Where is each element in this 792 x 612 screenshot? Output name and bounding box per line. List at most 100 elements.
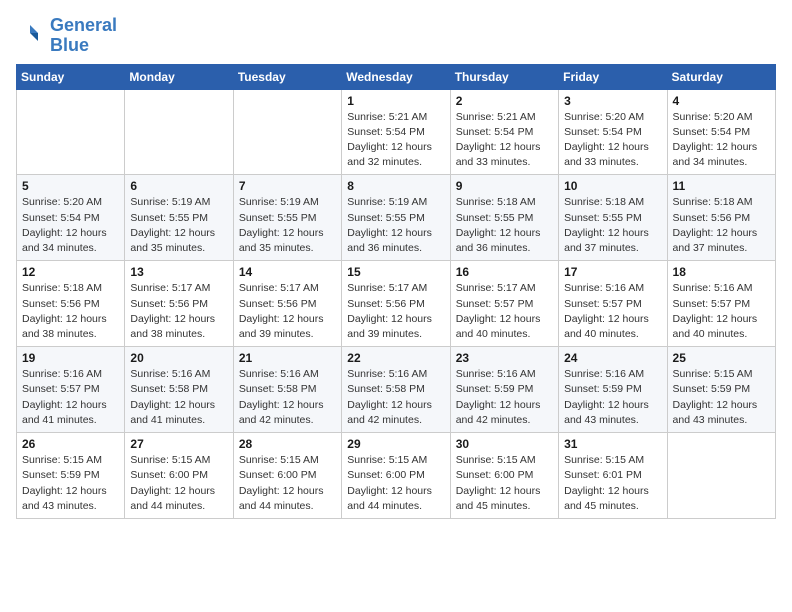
day-number: 6 [130, 179, 227, 193]
day-number: 21 [239, 351, 336, 365]
day-info: Sunrise: 5:17 AM Sunset: 5:56 PM Dayligh… [347, 281, 444, 342]
logo-icon [16, 21, 46, 51]
day-info: Sunrise: 5:17 AM Sunset: 5:56 PM Dayligh… [239, 281, 336, 342]
header-cell-wednesday: Wednesday [342, 64, 450, 89]
day-info: Sunrise: 5:15 AM Sunset: 6:00 PM Dayligh… [456, 453, 553, 514]
day-info: Sunrise: 5:16 AM Sunset: 5:58 PM Dayligh… [239, 367, 336, 428]
day-cell: 28 Sunrise: 5:15 AM Sunset: 6:00 PM Dayli… [233, 433, 341, 519]
day-info: Sunrise: 5:16 AM Sunset: 5:58 PM Dayligh… [347, 367, 444, 428]
day-info: Sunrise: 5:16 AM Sunset: 5:59 PM Dayligh… [456, 367, 553, 428]
day-info: Sunrise: 5:16 AM Sunset: 5:58 PM Dayligh… [130, 367, 227, 428]
day-number: 27 [130, 437, 227, 451]
day-cell [17, 89, 125, 175]
day-cell: 6 Sunrise: 5:19 AM Sunset: 5:55 PM Daylig… [125, 175, 233, 261]
day-number: 1 [347, 94, 444, 108]
day-number: 22 [347, 351, 444, 365]
calendar-table: SundayMondayTuesdayWednesdayThursdayFrid… [16, 64, 776, 519]
day-cell: 1 Sunrise: 5:21 AM Sunset: 5:54 PM Daylig… [342, 89, 450, 175]
day-info: Sunrise: 5:19 AM Sunset: 5:55 PM Dayligh… [130, 195, 227, 256]
day-info: Sunrise: 5:17 AM Sunset: 5:56 PM Dayligh… [130, 281, 227, 342]
day-cell: 24Sunrise: 5:16 AM Sunset: 5:59 PM Dayli… [559, 347, 667, 433]
day-info: Sunrise: 5:15 AM Sunset: 6:00 PM Dayligh… [130, 453, 227, 514]
day-number: 16 [456, 265, 553, 279]
day-cell: 15 Sunrise: 5:17 AM Sunset: 5:56 PM Dayli… [342, 261, 450, 347]
header-cell-saturday: Saturday [667, 64, 775, 89]
day-cell: 21 Sunrise: 5:16 AM Sunset: 5:58 PM Dayli… [233, 347, 341, 433]
day-number: 20 [130, 351, 227, 365]
day-info: Sunrise: 5:18 AM Sunset: 5:55 PM Dayligh… [456, 195, 553, 256]
day-cell: 29Sunrise: 5:15 AM Sunset: 6:00 PM Dayli… [342, 433, 450, 519]
day-cell: 23Sunrise: 5:16 AM Sunset: 5:59 PM Dayli… [450, 347, 558, 433]
day-info: Sunrise: 5:20 AM Sunset: 5:54 PM Dayligh… [564, 110, 661, 171]
header-cell-tuesday: Tuesday [233, 64, 341, 89]
day-cell: 26 Sunrise: 5:15 AM Sunset: 5:59 PM Dayli… [17, 433, 125, 519]
day-info: Sunrise: 5:18 AM Sunset: 5:55 PM Dayligh… [564, 195, 661, 256]
day-number: 17 [564, 265, 661, 279]
day-number: 12 [22, 265, 119, 279]
day-number: 26 [22, 437, 119, 451]
day-info: Sunrise: 5:21 AM Sunset: 5:54 PM Dayligh… [347, 110, 444, 171]
day-number: 31 [564, 437, 661, 451]
day-number: 11 [673, 179, 770, 193]
logo-text: General Blue [50, 16, 117, 56]
day-cell: 3 Sunrise: 5:20 AM Sunset: 5:54 PM Daylig… [559, 89, 667, 175]
day-number: 28 [239, 437, 336, 451]
header-cell-monday: Monday [125, 64, 233, 89]
week-row-3: 12 Sunrise: 5:18 AM Sunset: 5:56 PM Dayli… [17, 261, 776, 347]
day-number: 5 [22, 179, 119, 193]
day-number: 7 [239, 179, 336, 193]
day-cell: 11Sunrise: 5:18 AM Sunset: 5:56 PM Dayli… [667, 175, 775, 261]
day-cell: 4 Sunrise: 5:20 AM Sunset: 5:54 PM Daylig… [667, 89, 775, 175]
header-cell-sunday: Sunday [17, 64, 125, 89]
week-row-1: 1 Sunrise: 5:21 AM Sunset: 5:54 PM Daylig… [17, 89, 776, 175]
day-cell [125, 89, 233, 175]
calendar-header: SundayMondayTuesdayWednesdayThursdayFrid… [17, 64, 776, 89]
day-cell: 27 Sunrise: 5:15 AM Sunset: 6:00 PM Dayli… [125, 433, 233, 519]
day-info: Sunrise: 5:15 AM Sunset: 5:59 PM Dayligh… [22, 453, 119, 514]
calendar-body: 1 Sunrise: 5:21 AM Sunset: 5:54 PM Daylig… [17, 89, 776, 518]
day-number: 9 [456, 179, 553, 193]
day-number: 25 [673, 351, 770, 365]
week-row-4: 19Sunrise: 5:16 AM Sunset: 5:57 PM Dayli… [17, 347, 776, 433]
header-cell-thursday: Thursday [450, 64, 558, 89]
day-number: 14 [239, 265, 336, 279]
day-number: 18 [673, 265, 770, 279]
header-cell-friday: Friday [559, 64, 667, 89]
day-number: 13 [130, 265, 227, 279]
day-cell [667, 433, 775, 519]
day-cell: 16Sunrise: 5:17 AM Sunset: 5:57 PM Dayli… [450, 261, 558, 347]
day-info: Sunrise: 5:15 AM Sunset: 5:59 PM Dayligh… [673, 367, 770, 428]
day-info: Sunrise: 5:15 AM Sunset: 6:00 PM Dayligh… [239, 453, 336, 514]
page-header: General Blue [16, 16, 776, 56]
day-cell: 14 Sunrise: 5:17 AM Sunset: 5:56 PM Dayli… [233, 261, 341, 347]
logo: General Blue [16, 16, 117, 56]
day-cell: 2 Sunrise: 5:21 AM Sunset: 5:54 PM Daylig… [450, 89, 558, 175]
day-number: 29 [347, 437, 444, 451]
day-info: Sunrise: 5:16 AM Sunset: 5:57 PM Dayligh… [673, 281, 770, 342]
day-number: 4 [673, 94, 770, 108]
day-cell: 17 Sunrise: 5:16 AM Sunset: 5:57 PM Dayli… [559, 261, 667, 347]
day-cell: 22 Sunrise: 5:16 AM Sunset: 5:58 PM Dayli… [342, 347, 450, 433]
header-row: SundayMondayTuesdayWednesdayThursdayFrid… [17, 64, 776, 89]
day-number: 10 [564, 179, 661, 193]
day-cell: 20 Sunrise: 5:16 AM Sunset: 5:58 PM Dayli… [125, 347, 233, 433]
day-number: 19 [22, 351, 119, 365]
day-cell: 19Sunrise: 5:16 AM Sunset: 5:57 PM Dayli… [17, 347, 125, 433]
day-number: 3 [564, 94, 661, 108]
day-info: Sunrise: 5:18 AM Sunset: 5:56 PM Dayligh… [22, 281, 119, 342]
day-number: 2 [456, 94, 553, 108]
day-cell: 13 Sunrise: 5:17 AM Sunset: 5:56 PM Dayli… [125, 261, 233, 347]
day-cell: 31Sunrise: 5:15 AM Sunset: 6:01 PM Dayli… [559, 433, 667, 519]
day-number: 15 [347, 265, 444, 279]
day-number: 8 [347, 179, 444, 193]
day-info: Sunrise: 5:20 AM Sunset: 5:54 PM Dayligh… [673, 110, 770, 171]
day-info: Sunrise: 5:16 AM Sunset: 5:57 PM Dayligh… [564, 281, 661, 342]
day-number: 24 [564, 351, 661, 365]
day-cell: 7 Sunrise: 5:19 AM Sunset: 5:55 PM Daylig… [233, 175, 341, 261]
day-cell: 25 Sunrise: 5:15 AM Sunset: 5:59 PM Dayli… [667, 347, 775, 433]
day-info: Sunrise: 5:21 AM Sunset: 5:54 PM Dayligh… [456, 110, 553, 171]
day-info: Sunrise: 5:19 AM Sunset: 5:55 PM Dayligh… [239, 195, 336, 256]
day-cell: 12 Sunrise: 5:18 AM Sunset: 5:56 PM Dayli… [17, 261, 125, 347]
day-cell: 30Sunrise: 5:15 AM Sunset: 6:00 PM Dayli… [450, 433, 558, 519]
day-cell: 8Sunrise: 5:19 AM Sunset: 5:55 PM Daylig… [342, 175, 450, 261]
